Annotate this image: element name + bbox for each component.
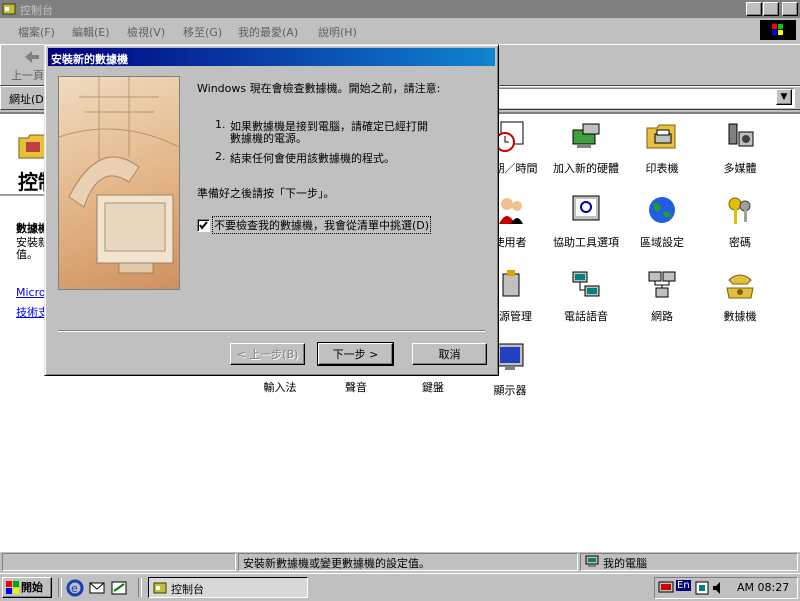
tray-monitor-icon[interactable] [658,581,674,595]
taskbar-divider-2 [138,578,142,597]
address-label: 網址(D) [9,93,49,106]
status-pane-zone: 我的電腦 [580,553,798,571]
cp-label-telephony: 電話語音 [564,310,608,323]
status-pane-left [2,553,236,571]
control-panel-icon [153,582,167,594]
cp-item-modems[interactable]: 數據機 [700,268,780,324]
cp-item-network[interactable]: 網路 [622,268,702,324]
cp-label-regional: 區域設定 [640,236,684,249]
cp-item-passwords[interactable]: 密碼 [700,194,780,250]
checkmark-icon [199,221,208,230]
cp-label-passwords: 密碼 [729,236,751,249]
show-desktop-icon[interactable] [110,579,128,597]
cp-item-telephony[interactable]: 電話語音 [546,268,626,324]
step1-line2: 數據機的電源。 [230,132,307,145]
add-hardware-icon [572,123,600,148]
multimedia-icon [728,123,754,147]
back-label[interactable]: 上一頁 [11,67,44,83]
dialog-title: 安裝新的數據機 [51,53,128,66]
menu-bar: 檔案(F) 編輯(E) 檢視(V) 移至(G) 我的最愛(A) 說明(H) [0,20,800,42]
status-bar: 安裝新數據機或變更數據機的設定值。 我的電腦 [0,552,800,572]
telephony-icon [572,271,600,297]
system-tray: En AM 08:27 [654,577,798,599]
dialog-intro: Windows 現在會檢查數據機。開始之前，請注意: [197,82,441,95]
control-panel-icon [2,3,16,15]
address-dropdown-button[interactable]: ▼ [776,89,792,105]
cp-label-network: 網路 [651,310,673,323]
start-button[interactable]: 開始 [2,577,52,598]
skip-detection-label[interactable]: 不要檢查我的數據機，我會從清單中挑選(D) [211,216,432,234]
menu-file[interactable]: 檔案(F) [18,24,55,40]
step1-number: 1. [215,118,226,131]
wizard-illustration [58,76,180,290]
main-window-title: 控制台 [20,4,53,17]
cp-label-add-hardware: 加入新的硬體 [553,162,619,175]
taskbar-button-control-panel[interactable]: 控制台 [148,577,308,598]
printer-folder-icon [646,124,676,149]
keys-icon [728,197,751,224]
tray-input-icon[interactable] [695,581,709,595]
volume-icon[interactable] [712,581,724,595]
my-computer-icon [585,555,599,567]
dialog-titlebar[interactable]: 安裝新的數據機 [48,48,495,66]
cp-label-sounds: 聲音 [345,381,367,394]
language-indicator[interactable]: En [676,580,691,591]
cp-label-multimedia: 多媒體 [723,162,757,175]
step2-line1: 結束任何會使用該數據機的程式。 [230,152,395,165]
close-button[interactable]: × [782,2,798,16]
status-text: 安裝新數據機或變更數據機的設定值。 [243,557,430,570]
cp-label-keyboard: 鍵盤 [422,381,444,394]
status-zone-text: 我的電腦 [603,557,647,570]
skip-detection-checkbox[interactable] [197,219,210,232]
windows-flag-icon [6,581,19,594]
taskbar: 開始 e 控制台 En AM 08:27 [0,573,800,601]
left-panel-desc-2: 值。 [16,248,38,261]
cp-label-modems: 數據機 [723,310,757,323]
menu-help[interactable]: 說明(H) [318,24,357,40]
next-button[interactable]: 下一步 > [317,342,394,366]
dialog-prompt: 準備好之後請按「下一步」。 [197,187,335,200]
left-panel-divider [0,194,46,196]
internet-explorer-icon[interactable]: e [66,579,84,597]
minimize-button[interactable]: _ [746,2,762,16]
accessibility-icon [572,195,600,221]
install-modem-dialog: 安裝新的數據機 Windows 現在會檢查數據機。開始之前，請注意: 1. 如果… [44,44,499,376]
modem-illustration [59,77,179,274]
step2-number: 2. [215,150,226,163]
modem-phone-icon [726,274,754,299]
taskbar-divider [58,578,62,597]
cp-item-accessibility[interactable]: 協助工具選項 [546,194,626,250]
svg-text:e: e [71,582,78,595]
menu-edit[interactable]: 編輯(E) [72,24,110,40]
cancel-button[interactable]: 取消 [412,343,487,365]
cp-label-accessibility: 協助工具選項 [553,236,619,249]
menu-view[interactable]: 檢視(V) [127,24,165,40]
cp-item-regional[interactable]: 區域設定 [622,194,702,250]
cp-label-display: 顯示器 [493,384,527,397]
cp-label-printers: 印表機 [645,162,679,175]
back-button[interactable]: < 上一步(B) [230,343,305,365]
main-window-titlebar[interactable]: 控制台 _ ▫ × [0,0,800,18]
globe-icon [649,197,675,223]
maximize-button[interactable]: ▫ [763,2,779,16]
network-icon [648,271,676,298]
taskbar-task-label: 控制台 [171,583,204,596]
back-arrow-icon[interactable] [23,49,41,65]
microsoft-link[interactable]: Micro [16,286,46,299]
windows-logo-icon [760,20,796,40]
outlook-express-icon[interactable] [88,579,106,597]
menu-go[interactable]: 移至(G) [183,24,222,40]
dialog-separator [58,330,485,332]
cp-label-input-method: 輸入法 [263,381,297,394]
clock[interactable]: AM 08:27 [737,581,789,594]
cp-item-multimedia[interactable]: 多媒體 [700,120,780,176]
cp-item-printers[interactable]: 印表機 [622,120,702,176]
menu-favorites[interactable]: 我的最愛(A) [238,24,298,40]
status-pane-main: 安裝新數據機或變更數據機的設定值。 [238,553,578,571]
cp-item-add-hardware[interactable]: 加入新的硬體 [546,120,626,176]
start-label: 開始 [21,581,43,594]
